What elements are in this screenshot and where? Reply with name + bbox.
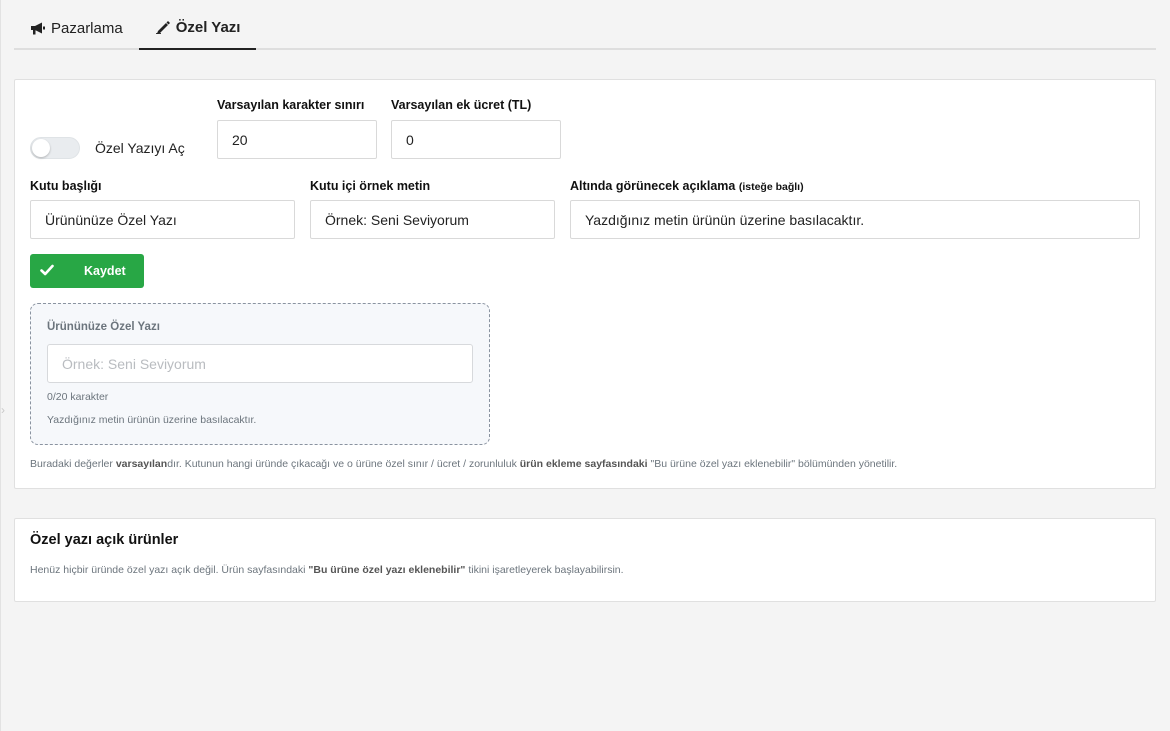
info-note-text-2: dır. Kutunun hangi üründe çıkacağı ve o … — [167, 458, 520, 470]
products-empty-bold: "Bu ürüne özel yazı eklenebilir" — [308, 564, 466, 576]
tab-bar: Pazarlama Özel Yazı — [14, 6, 1156, 50]
tab-ozel-yazi-label: Özel Yazı — [175, 18, 241, 36]
description-input[interactable] — [570, 200, 1140, 239]
enable-toggle[interactable] — [30, 137, 80, 159]
info-note: Buradaki değerler varsayılandır. Kutunun… — [30, 458, 897, 470]
preview-char-counter: 0/20 karakter — [47, 391, 109, 403]
products-empty-text-1: Henüz hiçbir üründe özel yazı açık değil… — [30, 564, 309, 576]
products-empty-note: Henüz hiçbir üründe özel yazı açık değil… — [30, 564, 624, 576]
description-optional-hint: (isteğe bağlı) — [738, 181, 804, 193]
settings-card: Özel Yazıyı Aç Varsayılan karakter sınır… — [14, 79, 1156, 489]
description-label-text: Altında görünecek açıklama — [570, 179, 736, 193]
preview-help-text: Yazdığınız metin ürünün üzerine basılaca… — [47, 414, 257, 426]
sample-text-input[interactable] — [310, 200, 555, 239]
char-limit-label: Varsayılan karakter sınırı — [217, 98, 365, 112]
products-card-title: Özel yazı açık ürünler — [30, 532, 179, 548]
check-icon — [40, 264, 54, 276]
products-card: Özel yazı açık ürünler Henüz hiçbir ürün… — [14, 518, 1156, 602]
enable-toggle-label: Özel Yazıyı Aç — [95, 140, 185, 156]
extra-fee-input[interactable] — [391, 120, 561, 159]
left-edge-border — [0, 0, 1, 731]
extra-fee-label: Varsayılan ek ücret (TL) — [391, 98, 532, 112]
info-note-text-3: "Bu ürüne özel yazı eklenebilir" bölümün… — [647, 458, 898, 470]
megaphone-icon — [31, 22, 45, 35]
box-title-label: Kutu başlığı — [30, 179, 102, 193]
save-button-label: Kaydet — [84, 264, 126, 278]
preview-title: Ürününüze Özel Yazı — [47, 321, 160, 333]
tab-ozel-yazi[interactable]: Özel Yazı — [138, 6, 257, 50]
preview-input[interactable] — [47, 344, 473, 383]
info-note-bold-1: varsayılan — [115, 458, 168, 470]
char-limit-input[interactable] — [217, 120, 377, 159]
toggle-knob — [32, 139, 50, 157]
description-label: Altında görünecek açıklama (isteğe bağlı… — [570, 179, 804, 193]
info-note-text-1: Buradaki değerler — [30, 458, 116, 470]
save-button[interactable]: Kaydet — [30, 254, 144, 288]
box-title-input[interactable] — [30, 200, 295, 239]
tab-pazarlama-label: Pazarlama — [51, 19, 123, 37]
tab-pazarlama[interactable]: Pazarlama — [14, 6, 139, 50]
sample-text-label: Kutu içi örnek metin — [310, 179, 431, 193]
preview-box: Ürününüze Özel Yazı 0/20 karakter Yazdığ… — [30, 303, 490, 445]
chevron-right-icon: › — [1, 403, 5, 417]
info-note-bold-2: ürün ekleme sayfasındaki — [519, 458, 648, 470]
pen-icon — [155, 21, 170, 34]
products-empty-text-2: tikini işaretleyerek başlayabilirsin. — [465, 564, 624, 576]
